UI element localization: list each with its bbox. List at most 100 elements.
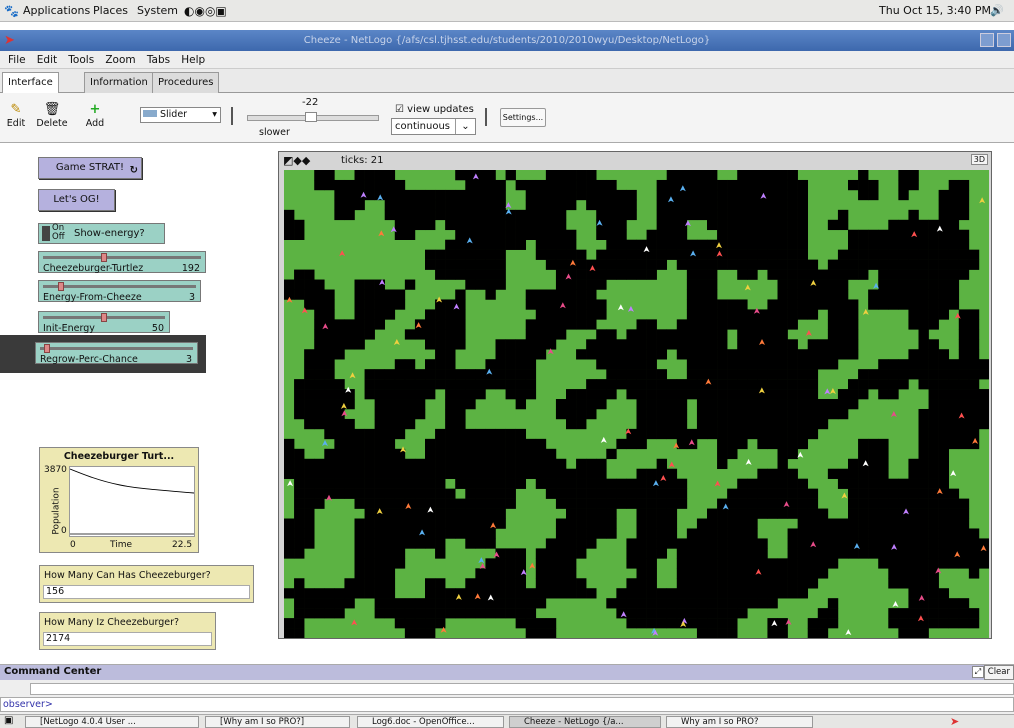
eaten-patch xyxy=(888,548,899,559)
world-view[interactable]: ◩◆◆ ticks: 21 3D xyxy=(278,151,992,639)
eaten-patch xyxy=(576,528,587,539)
eaten-patch xyxy=(555,229,567,240)
eaten-patch xyxy=(344,319,355,330)
eaten-patch xyxy=(868,299,879,310)
eaten-patch xyxy=(606,508,617,519)
show-energy-switch[interactable]: On Off Show-energy? xyxy=(38,223,165,244)
taskbar-item-why-pro-2[interactable]: Why am I so PRO? xyxy=(666,716,813,728)
eaten-patch xyxy=(505,598,516,609)
menu-tabs[interactable]: Tabs xyxy=(147,51,170,69)
switch-toggle[interactable] xyxy=(42,226,50,241)
eaten-patch xyxy=(586,508,597,519)
eaten-patch xyxy=(364,568,375,579)
lets-go-button[interactable]: Let's OG! xyxy=(38,189,115,211)
edit-button[interactable]: ✎ Edit xyxy=(5,102,27,129)
applications-menu[interactable]: Applications xyxy=(23,4,90,17)
menu-edit[interactable]: Edit xyxy=(37,51,57,69)
eaten-patch xyxy=(334,199,345,211)
switch-label: Show-energy? xyxy=(74,228,145,239)
clock[interactable]: Thu Oct 15, 3:40 PM xyxy=(879,4,991,17)
system-menu[interactable]: System xyxy=(137,4,178,17)
eaten-patch xyxy=(707,219,718,231)
eaten-patch xyxy=(727,608,738,619)
eaten-patch xyxy=(435,498,446,509)
eaten-patch xyxy=(797,389,809,400)
eaten-patch xyxy=(566,299,577,310)
places-menu[interactable]: Places xyxy=(93,4,128,17)
game-strat-button[interactable]: Game STRAT! ↻ xyxy=(38,157,142,179)
eaten-patch xyxy=(767,628,778,639)
eaten-patch xyxy=(535,249,547,260)
eaten-patch xyxy=(797,289,809,300)
view-updates-checkbox[interactable]: ☑ view updates xyxy=(395,104,474,115)
eaten-patch xyxy=(515,558,527,569)
slider-knob[interactable] xyxy=(100,253,107,262)
slider-regrow-perc-chance[interactable]: Regrow-Perc-Chance 3 xyxy=(35,342,198,365)
population-plot[interactable]: Cheezeburger Turt... 3870 0 Population 0… xyxy=(39,447,199,553)
slider-energy-from-cheeze[interactable]: Energy-From-Cheeze 3 xyxy=(38,280,201,303)
eaten-patch xyxy=(394,488,406,499)
eaten-patch xyxy=(465,229,476,240)
eaten-patch xyxy=(928,299,939,310)
menu-tools[interactable]: Tools xyxy=(68,51,94,69)
eaten-patch xyxy=(938,598,950,609)
slider-knob[interactable] xyxy=(101,313,107,322)
eaten-patch xyxy=(394,558,406,569)
launcher-icons[interactable]: ◐◉◎▣ xyxy=(184,4,227,18)
tab-information[interactable]: Information xyxy=(84,72,154,93)
eaten-patch xyxy=(787,359,798,370)
eaten-patch xyxy=(394,428,406,440)
update-mode-select[interactable]: continuous ⌄ xyxy=(391,118,476,135)
slider-cheezeburger-turtlez[interactable]: Cheezeburger-Turtlez 192 xyxy=(38,251,206,274)
eaten-patch xyxy=(555,170,567,181)
eaten-patch xyxy=(535,189,547,201)
taskbar-item-netlogo-manual[interactable]: [NetLogo 4.0.4 User ... xyxy=(25,716,199,728)
eaten-patch xyxy=(566,538,577,549)
eaten-patch xyxy=(696,189,708,201)
slider-knob[interactable] xyxy=(57,282,64,291)
slider-init-energy[interactable]: Init-Energy 50 xyxy=(38,311,170,334)
minimize-icon[interactable] xyxy=(980,33,994,47)
eaten-patch xyxy=(666,379,678,390)
expand-icon[interactable]: ⤢ xyxy=(972,666,984,678)
delete-button[interactable]: 🗑 Delete xyxy=(35,102,69,129)
patch-world[interactable] xyxy=(284,170,990,639)
add-button[interactable]: + Add xyxy=(83,102,107,129)
eaten-patch xyxy=(555,249,567,260)
eaten-patch xyxy=(948,289,960,300)
menu-help[interactable]: Help xyxy=(181,51,205,69)
menu-zoom[interactable]: Zoom xyxy=(105,51,135,69)
widget-type-select[interactable]: Slider ▾ xyxy=(140,107,221,123)
settings-button[interactable]: Settings... xyxy=(500,108,546,127)
eaten-patch xyxy=(626,558,637,569)
eaten-patch xyxy=(445,408,456,420)
taskbar-item-why-pro-1[interactable]: [Why am I so PRO?] xyxy=(205,716,350,728)
menu-file[interactable]: File xyxy=(8,51,26,69)
eaten-patch xyxy=(908,269,919,280)
tab-procedures[interactable]: Procedures xyxy=(152,72,220,93)
show-desktop-icon[interactable]: ▣ xyxy=(4,715,13,726)
maximize-icon[interactable] xyxy=(997,33,1011,47)
tab-interface[interactable]: Interface xyxy=(2,72,59,94)
clear-button[interactable]: Clear xyxy=(983,665,1014,680)
taskbar-item-log6[interactable]: Log6.doc - OpenOffice... xyxy=(357,716,504,728)
eaten-patch xyxy=(354,319,365,330)
slider-label: Energy-From-Cheeze xyxy=(43,292,142,303)
command-input-row[interactable]: observer> xyxy=(0,697,1014,712)
eaten-patch xyxy=(968,528,980,539)
volume-icon[interactable]: 🔊 xyxy=(990,4,1004,17)
taskbar-item-cheeze[interactable]: Cheeze - NetLogo {/a... xyxy=(509,716,661,728)
eaten-patch xyxy=(787,179,798,191)
observer-prompt[interactable]: observer> xyxy=(3,699,53,710)
eaten-patch xyxy=(445,299,456,310)
eaten-patch xyxy=(566,468,577,479)
netlogo-tray-icon[interactable]: ➤ xyxy=(950,715,959,728)
eaten-patch xyxy=(717,189,728,201)
view-resize-icons[interactable]: ◩◆◆ xyxy=(283,154,310,167)
foot-icon[interactable]: 🐾 xyxy=(4,4,19,18)
speed-slider-knob[interactable] xyxy=(305,112,317,122)
eaten-patch xyxy=(918,319,929,330)
3d-button[interactable]: 3D xyxy=(970,154,988,165)
slider-knob[interactable] xyxy=(44,344,51,353)
eaten-patch xyxy=(596,458,607,470)
